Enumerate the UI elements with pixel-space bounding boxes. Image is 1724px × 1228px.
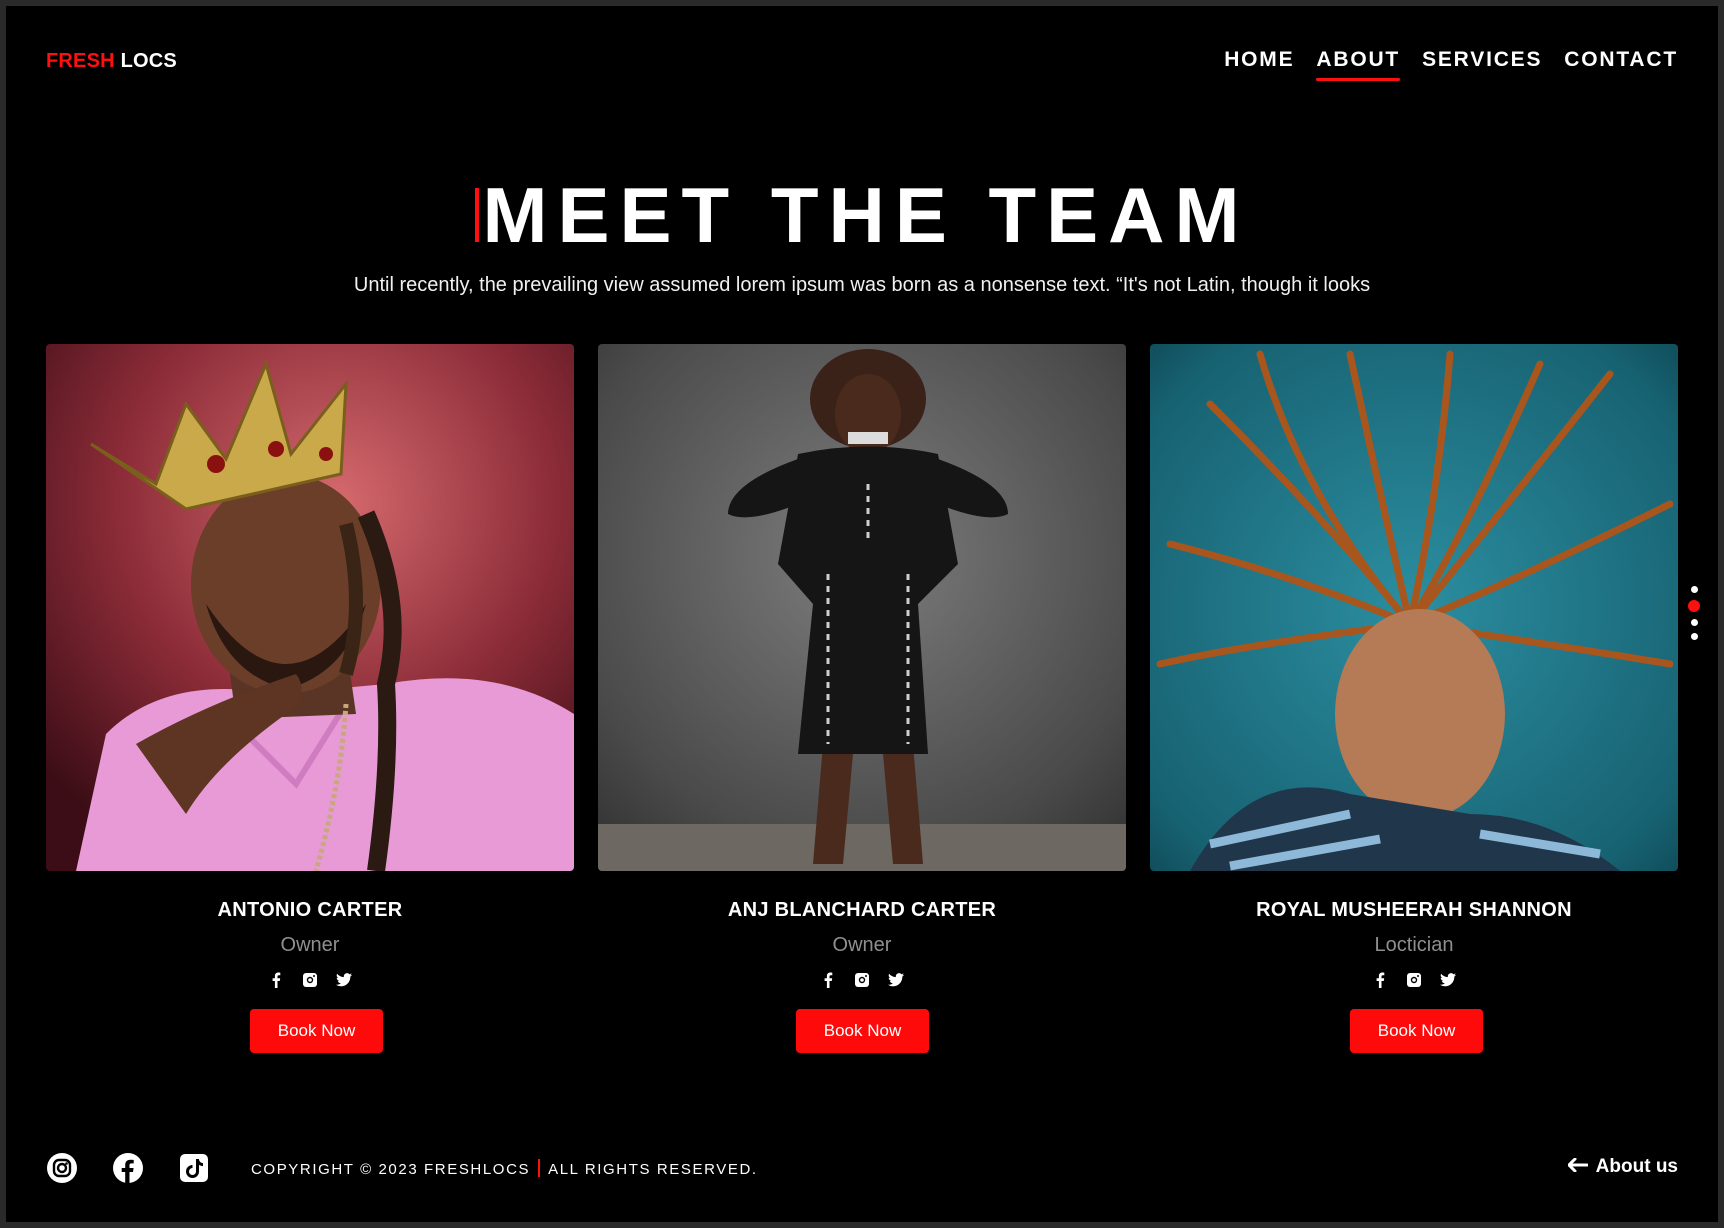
- team-photo-royal: [1150, 344, 1678, 871]
- page-title-text: MEET THE TEAM: [482, 171, 1250, 259]
- member-socials: [46, 969, 574, 991]
- page-subtitle: Until recently, the prevailing view assu…: [353, 274, 1371, 296]
- nav-about[interactable]: ABOUT: [1316, 48, 1400, 81]
- twitter-icon[interactable]: [888, 972, 904, 988]
- rights-text: ALL RIGHTS RESERVED.: [548, 1161, 758, 1178]
- carousel-dot-1[interactable]: [1690, 586, 1698, 593]
- tiktok-icon[interactable]: [178, 1152, 210, 1184]
- team-grid: ANTONIO CARTER Owner Book Now ANJ BLANCH…: [46, 344, 1682, 1064]
- instagram-icon[interactable]: [854, 972, 870, 988]
- carousel-dot-2[interactable]: [1688, 600, 1700, 612]
- footer-socials: [46, 1146, 210, 1190]
- instagram-icon[interactable]: [1406, 972, 1422, 988]
- member-socials: [598, 969, 1126, 991]
- nav-home[interactable]: HOME: [1224, 48, 1294, 78]
- twitter-icon[interactable]: [1440, 972, 1456, 988]
- copyright: COPYRIGHT © 2023 FRESHLOCS ALL RIGHTS RES…: [251, 1159, 758, 1178]
- member-role: Owner: [280, 934, 340, 956]
- logo[interactable]: FRESH LOCS: [46, 50, 177, 73]
- carousel-dots: [1688, 586, 1700, 640]
- facebook-icon[interactable]: [112, 1152, 144, 1184]
- arrow-left-icon: [1567, 1156, 1589, 1178]
- page-title: MEET THE TEAM: [6, 176, 1718, 254]
- main-nav: HOME ABOUT SERVICES CONTACT: [1224, 48, 1678, 81]
- facebook-icon[interactable]: [268, 972, 284, 988]
- nav-services[interactable]: SERVICES: [1422, 48, 1542, 78]
- member-name: ANJ BLANCHARD CARTER: [727, 899, 997, 921]
- footer: COPYRIGHT © 2023 FRESHLOCS ALL RIGHTS RES…: [6, 1146, 1718, 1190]
- facebook-icon[interactable]: [820, 972, 836, 988]
- book-now-button[interactable]: Book Now: [1350, 1009, 1483, 1053]
- twitter-icon[interactable]: [336, 972, 352, 988]
- logo-locs: LOCS: [120, 50, 177, 72]
- carousel-dot-4[interactable]: [1690, 633, 1698, 640]
- member-name: ANTONIO CARTER: [217, 899, 403, 921]
- facebook-icon[interactable]: [1372, 972, 1388, 988]
- nav-contact[interactable]: CONTACT: [1564, 48, 1678, 78]
- team-photo-anj: [598, 344, 1126, 871]
- instagram-icon[interactable]: [302, 972, 318, 988]
- member-name: ROYAL MUSHEERAH SHANNON: [1256, 899, 1572, 921]
- member-socials: [1150, 969, 1678, 991]
- book-now-button[interactable]: Book Now: [796, 1009, 929, 1053]
- team-photo-antonio: [46, 344, 574, 871]
- logo-fresh: FRESH: [46, 50, 115, 72]
- team-card: ANJ BLANCHARD CARTER Owner Book Now: [598, 344, 1126, 1053]
- instagram-icon[interactable]: [46, 1152, 78, 1184]
- about-us-label: About us: [1595, 1156, 1678, 1177]
- team-card: ROYAL MUSHEERAH SHANNON Loctician Book N…: [1150, 344, 1678, 1053]
- about-us-link[interactable]: About us: [1567, 1156, 1678, 1178]
- copyright-separator: [538, 1159, 541, 1177]
- member-role: Owner: [832, 934, 892, 956]
- team-card: ANTONIO CARTER Owner Book Now: [46, 344, 574, 1053]
- page: FRESH LOCS HOME ABOUT SERVICES CONTACT M…: [6, 6, 1718, 1222]
- carousel-dot-3[interactable]: [1690, 619, 1698, 626]
- book-now-button[interactable]: Book Now: [250, 1009, 383, 1053]
- copyright-text: COPYRIGHT © 2023 FRESHLOCS: [251, 1161, 531, 1178]
- member-role: Loctician: [1374, 934, 1454, 956]
- title-accent-bar: [474, 188, 479, 242]
